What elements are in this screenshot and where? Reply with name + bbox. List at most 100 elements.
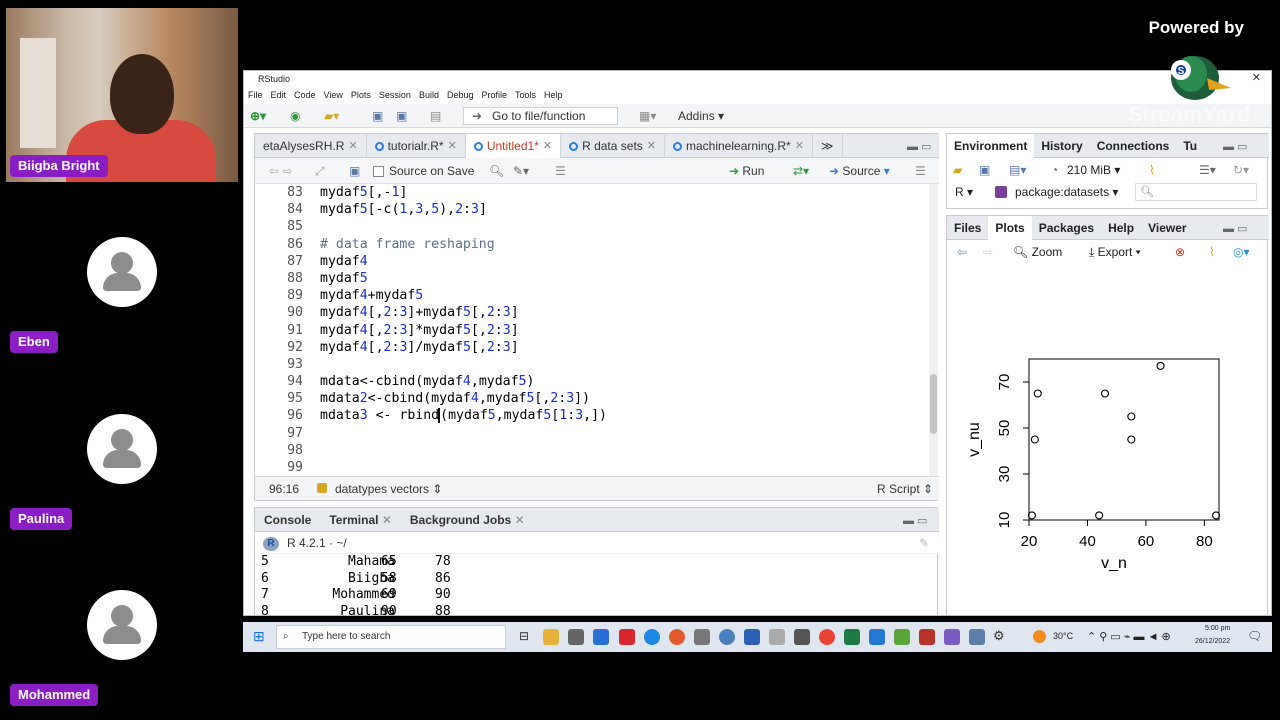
code-line[interactable]: 98 [255,442,939,459]
print-icon[interactable]: ▤ [430,108,441,124]
code-line[interactable]: 89 mydaf4+mydaf5 [255,287,939,304]
code-line[interactable]: 87 mydaf4 [255,253,939,270]
maximize-icon[interactable]: ▬ ▭ [1223,222,1247,235]
app-icon[interactable] [969,629,985,645]
tab-packages[interactable]: Packages [1032,216,1101,240]
code-line[interactable]: 93 [255,356,939,373]
tab-background-jobs[interactable]: Background Jobs ✕ [401,508,534,532]
broom-icon[interactable]: ⌇ [1209,242,1215,262]
refresh-icon[interactable]: ↻▾ [1233,160,1249,180]
file-explorer-icon[interactable] [543,629,559,645]
tab-console[interactable]: Console [255,508,320,532]
close-icon[interactable]: ✕ [647,134,656,158]
wand-icon[interactable]: ✎▾ [513,164,529,178]
package-select[interactable]: package:datasets ▾ [1015,182,1118,202]
import-icon[interactable]: ▤▾ [1009,160,1026,180]
environment-search-input[interactable]: 🔍︎ [1135,183,1257,201]
app-icon[interactable] [769,629,785,645]
menu-item[interactable]: Debug [447,87,474,103]
back-icon[interactable]: ⇦ ⇨ [269,164,292,178]
broom-icon[interactable]: ⌇ [1149,160,1155,180]
search-icon[interactable]: 🔍︎ [489,164,504,178]
code-line[interactable]: 83 mydaf5[,-1] [255,184,939,201]
tab-connections[interactable]: Connections [1090,134,1177,158]
menu-item[interactable]: View [324,87,343,103]
settings-icon[interactable]: ⚙ [993,628,1005,644]
show-in-window-icon[interactable]: ⤢ [315,164,325,178]
code-line[interactable]: 88 mydaf5 [255,270,939,287]
menu-item[interactable]: Help [544,87,563,103]
menu-item[interactable]: File [248,87,263,103]
rerun-icon[interactable]: ⇄▾ [793,164,809,178]
camera-icon[interactable] [694,629,710,645]
app-icon[interactable] [669,629,685,645]
code-line[interactable]: 86 # data frame reshaping [255,236,939,253]
save-icon[interactable]: ▣ [349,164,360,178]
open-file-icon[interactable]: ▰▾ [324,108,339,124]
app-icon[interactable] [894,629,910,645]
app-icon[interactable] [944,629,960,645]
code-line[interactable]: 90 mydaf4[,2:3]+mydaf5[,2:3] [255,304,939,321]
memory-usage[interactable]: 210 MiB ▾ [1067,160,1120,180]
grid-icon[interactable]: ▦▾ [639,108,656,124]
menu-item[interactable]: Code [294,87,316,103]
code-line[interactable]: 85 [255,218,939,235]
code-line[interactable]: 94 mdata<-cbind(mydaf4,mydaf5) [255,373,939,390]
code-line[interactable]: 92 mydaf4[,2:3]/mydaf5[,2:3] [255,339,939,356]
tab-history[interactable]: History [1034,134,1089,158]
close-icon[interactable]: ✕ [348,134,357,158]
tab-files[interactable]: Files [947,216,988,240]
menu-item[interactable]: Build [419,87,439,103]
code-line[interactable]: 84 mydaf5[-c(1,3,5),2:3] [255,201,939,218]
chrome-icon[interactable] [819,629,835,645]
mail-icon[interactable] [593,629,609,645]
save-all-icon[interactable]: ▣ [396,108,407,124]
maximize-icon[interactable]: ▬ ▭ [1223,140,1247,153]
edge-icon[interactable] [644,629,660,645]
filetype-selector[interactable]: R Script ⇕ [877,477,933,501]
publish-icon[interactable]: ◎▾ [1233,242,1250,262]
task-view-icon[interactable]: ⊟ [519,629,529,643]
app-icon[interactable] [794,629,810,645]
code-line[interactable]: 91 mydaf4[,2:3]*mydaf5[,2:3] [255,322,939,339]
tab-terminal[interactable]: Terminal ✕ [320,508,401,532]
run-button[interactable]: ➜ Run [729,164,764,178]
word-icon[interactable] [744,629,760,645]
maximize-icon[interactable]: ▬ ▭ [903,514,927,527]
editor-scrollbar[interactable] [929,184,938,476]
code-line[interactable]: 95 mdata2<-cbind(mydaf4,mydaf5[,2:3]) [255,390,939,407]
next-plot-icon[interactable]: ⇨ [983,242,993,262]
maximize-icon[interactable]: ▬ ▭ [907,140,931,153]
pdf-icon[interactable] [619,629,635,645]
zoom-button[interactable]: 🔍︎ Zoom [1013,242,1062,262]
close-icon[interactable]: ✕ [795,134,804,158]
new-project-icon[interactable]: ◉ [290,108,300,124]
source-on-save-checkbox[interactable] [373,166,384,177]
code-line[interactable]: 96 mdata3 <- rbind(mydaf5,mydaf5[1:3,]) [255,407,939,424]
more-tabs-icon[interactable]: ≫ [813,134,843,158]
tab-environment[interactable]: Environment [947,134,1035,158]
editor-tab[interactable]: Untitled1* ✕ [465,134,562,158]
notifications-icon[interactable]: 🗨︎ [1247,629,1262,643]
editor-tab[interactable]: machinelearning.R* ✕ [665,134,813,158]
menu-item[interactable]: Session [379,87,411,103]
rstudio-taskbar-icon[interactable] [719,629,735,645]
tab-plots[interactable]: Plots [988,216,1032,240]
console-output[interactable]: 5 Mahama 65 78 6 Biigba 58 86 7 Mohammed 69 90 8 Paul… [255,554,939,615]
menu-item[interactable]: Plots [351,87,371,103]
close-icon[interactable]: ✕ [382,513,392,527]
close-icon[interactable]: ✕ [543,134,552,158]
close-icon[interactable]: ✕ [515,513,525,527]
load-icon[interactable]: ▰ [953,160,962,180]
menu-item[interactable]: Edit [271,87,287,103]
addins-menu[interactable]: Addins ▾ [678,108,724,124]
source-button[interactable]: ➜ Source ▾ [829,164,890,178]
vscode-icon[interactable] [869,629,885,645]
app-icon[interactable] [568,629,584,645]
previous-plot-icon[interactable]: ⇦ [957,242,967,262]
save-icon[interactable]: ▣ [372,108,383,124]
menu-item[interactable]: Profile [482,87,508,103]
editor-tab[interactable]: R data sets ✕ [561,134,665,158]
outline-icon[interactable]: ☰ [555,164,566,178]
clear-console-icon[interactable]: ✎ [919,532,929,554]
